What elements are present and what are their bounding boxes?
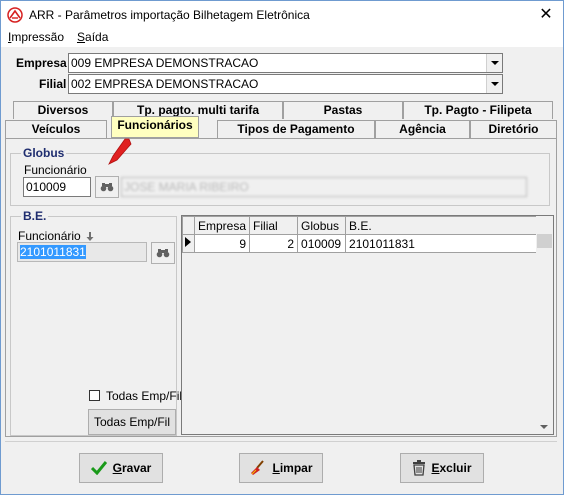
column-header-be[interactable]: B.E. (345, 216, 539, 235)
mapping-grid[interactable]: Empresa Filial Globus B.E. 9 2 010009 21… (181, 215, 554, 435)
be-funcionario-label: Funcionário (18, 229, 94, 243)
trash-icon (413, 460, 426, 476)
title-bar: ARR - Parâmetros importação Bilhetagem E… (1, 1, 563, 29)
gravar-button[interactable]: Gravar (79, 453, 163, 483)
table-row[interactable]: 9 2 010009 2101011831 (182, 234, 539, 253)
tab-diretorio[interactable]: Diretório (470, 120, 557, 138)
filial-label: Filial (39, 77, 67, 91)
empresa-value: 009 EMPRESA DEMONSTRACAO (71, 56, 259, 70)
globus-title: Globus (21, 146, 67, 160)
excluir-accel: E (431, 461, 440, 475)
cell-empresa[interactable]: 9 (193, 234, 251, 253)
globus-name-display: JOSE MARIA RIBEIRO (121, 177, 527, 197)
current-row-arrow-icon (185, 237, 191, 247)
column-header-filial[interactable]: Filial (249, 216, 299, 235)
be-funcionario-label-text: Funcionário (18, 229, 81, 243)
tab-tipos-de-pagamento[interactable]: Tipos de Pagamento (217, 120, 375, 138)
close-icon: ✕ (539, 6, 553, 23)
todas-emp-fil-checkbox[interactable] (89, 390, 100, 401)
be-title: B.E. (21, 209, 49, 223)
filial-value: 002 EMPRESA DEMONSTRACAO (71, 77, 259, 91)
filial-dropdown-button[interactable] (486, 75, 502, 93)
todas-emp-fil-button-label: Todas Emp/Fil (93, 415, 171, 429)
checkmark-icon (90, 461, 107, 475)
empresa-dropdown-button[interactable] (486, 54, 502, 72)
scroll-down-icon[interactable] (540, 425, 548, 429)
gravar-accel: G (112, 461, 122, 475)
globus-funcionario-label: Funcionário (24, 163, 87, 177)
excluir-button[interactable]: Excluir (400, 453, 484, 483)
cell-filial[interactable]: 2 (249, 234, 299, 253)
callout-arrow-icon (108, 138, 132, 165)
limpar-button[interactable]: Limpar (239, 453, 323, 483)
binoculars-icon (100, 183, 114, 192)
column-header-empresa[interactable]: Empresa (193, 216, 251, 235)
globus-search-button[interactable] (95, 176, 119, 198)
cell-be[interactable]: 2101011831 (345, 234, 539, 253)
menu-impressao[interactable]: Impressão (8, 30, 64, 44)
table-header-row: Empresa Filial Globus B.E. (182, 216, 539, 235)
scrollbar-thumb[interactable] (537, 234, 552, 248)
todas-emp-fil-checkbox-label: Todas Emp/Fil (106, 389, 183, 403)
tab-funcionarios[interactable]: Funcionários (111, 116, 199, 138)
main-window: ARR - Parâmetros importação Bilhetagem E… (0, 0, 564, 495)
menu-impressao-label: mpressão (11, 30, 65, 44)
be-funcionario-value: 2101011831 (20, 245, 86, 259)
tab-agencia[interactable]: Agência (375, 120, 470, 138)
be-funcionario-input[interactable]: 2101011831 (17, 242, 147, 262)
mapping-table: Empresa Filial Globus B.E. 9 2 010009 21… (182, 216, 539, 253)
menu-saida-accel: S (77, 30, 86, 44)
broom-icon (251, 460, 265, 475)
menu-bar: Impressão Saída (1, 29, 563, 47)
limpar-accel: L (272, 461, 280, 475)
menu-saida[interactable]: Saída (77, 30, 108, 44)
limpar-label: impar (279, 461, 313, 475)
todas-emp-fil-button[interactable]: Todas Emp/Fil (88, 409, 176, 435)
row-indicator (182, 234, 195, 253)
sort-down-icon (86, 232, 94, 242)
globus-funcionario-input[interactable]: 010009 (23, 177, 91, 197)
excluir-label: xcluir (439, 461, 472, 475)
menu-saida-label: aída (85, 30, 109, 44)
filial-select[interactable]: 002 EMPRESA DEMONSTRACAO (68, 74, 503, 94)
empresa-select[interactable]: 009 EMPRESA DEMONSTRACAO (68, 53, 503, 73)
chevron-down-icon (490, 61, 499, 65)
cell-globus[interactable]: 010009 (297, 234, 347, 253)
app-logo-icon (7, 7, 23, 23)
tab-diversos[interactable]: Diversos (13, 101, 113, 119)
empresa-label: Empresa (16, 56, 67, 70)
tab-tp-pagto-filipeta[interactable]: Tp. Pagto - Filipeta (403, 101, 553, 119)
column-header-globus[interactable]: Globus (297, 216, 347, 235)
window-title: ARR - Parâmetros importação Bilhetagem E… (29, 8, 310, 22)
binoculars-icon (156, 249, 170, 258)
grid-vertical-scrollbar[interactable] (536, 216, 553, 434)
tab-veiculos[interactable]: Veículos (5, 120, 107, 138)
table-corner-cell (182, 216, 195, 235)
be-search-button[interactable] (151, 242, 175, 264)
close-button[interactable]: ✕ (531, 1, 561, 29)
gravar-label: ravar (121, 461, 152, 475)
chevron-down-icon (490, 82, 499, 86)
tab-pastas[interactable]: Pastas (283, 101, 403, 119)
